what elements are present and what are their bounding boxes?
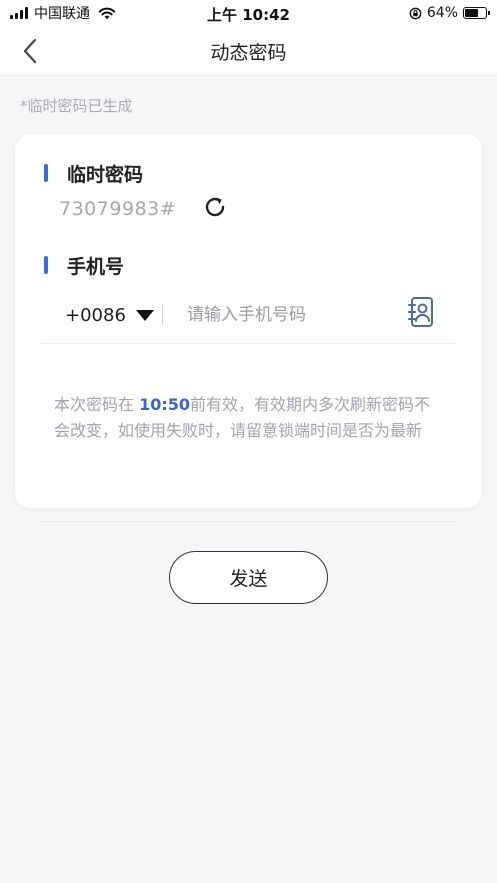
orientation-lock-icon [409,7,422,19]
password-card: 临时密码 73079983# 手机号 +0086 本次密码在 10:50前有效，… [15,134,482,508]
status-right: 64% [409,4,490,22]
temp-password-title: 临时密码 [67,164,144,186]
validity-time: 10:50 [139,395,191,414]
validity-note: 本次密码在 10:50前有效，有效期内多次刷新密码不会改变，如使用失败时，请留意… [54,392,442,444]
dropdown-triangle-icon [135,309,154,321]
country-code-value: +0086 [65,304,126,326]
divider [40,521,457,522]
generated-hint: *临时密码已生成 [20,97,133,115]
phone-input[interactable] [187,300,397,330]
refresh-icon [205,197,225,217]
battery-fill [465,9,478,17]
temp-password-value: 73079983# [59,198,177,220]
page-title: 动态密码 [210,42,287,64]
send-button[interactable]: 发送 [169,551,328,604]
refresh-button[interactable] [201,193,229,221]
battery-icon [463,7,490,19]
nav-bar: 动态密码 [0,26,497,76]
country-code-select[interactable]: +0086 [65,300,154,330]
phone-row: +0086 [41,292,455,344]
section-accent-bar [44,256,48,274]
status-bar: 中国联通 上午 10:42 64% [0,0,497,26]
contacts-button[interactable] [405,294,437,330]
battery-percent: 64% [426,5,458,21]
contacts-book-icon [408,297,433,327]
divider [162,305,163,325]
section-accent-bar [44,164,48,182]
phone-title: 手机号 [67,256,125,278]
validity-prefix: 本次密码在 [54,395,140,414]
